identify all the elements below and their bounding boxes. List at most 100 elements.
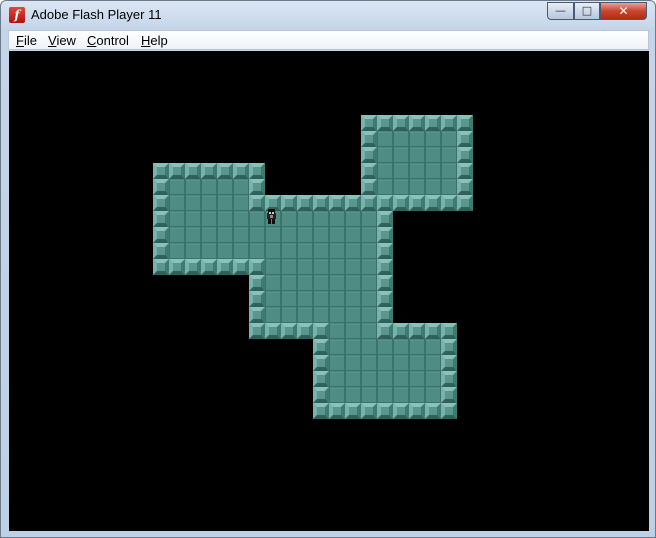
game-stage[interactable] <box>9 51 649 531</box>
menu-control[interactable]: Control <box>87 33 129 49</box>
floor-tile <box>169 243 185 259</box>
floor-tile <box>185 179 201 195</box>
wall-tile <box>377 307 393 323</box>
floor-tile <box>361 211 377 227</box>
wall-tile <box>377 403 393 419</box>
floor-tile <box>297 227 313 243</box>
wall-tile <box>249 259 265 275</box>
wall-tile <box>153 259 169 275</box>
floor-tile <box>377 163 393 179</box>
floor-tile <box>393 179 409 195</box>
wall-tile <box>393 323 409 339</box>
floor-tile <box>313 291 329 307</box>
wall-tile <box>313 195 329 211</box>
wall-tile <box>249 323 265 339</box>
floor-tile <box>345 291 361 307</box>
wall-tile <box>313 371 329 387</box>
floor-tile <box>329 259 345 275</box>
maximize-button[interactable]: □ <box>574 2 600 20</box>
title-bar[interactable]: f Adobe Flash Player 11 — □ ✕ <box>1 1 655 29</box>
close-button[interactable]: ✕ <box>600 2 647 20</box>
floor-tile <box>345 227 361 243</box>
wall-tile <box>153 195 169 211</box>
wall-tile <box>265 195 281 211</box>
wall-tile <box>377 211 393 227</box>
floor-tile <box>169 211 185 227</box>
wall-tile <box>313 323 329 339</box>
floor-tile <box>297 307 313 323</box>
floor-tile <box>281 291 297 307</box>
floor-tile <box>345 387 361 403</box>
floor-tile <box>377 179 393 195</box>
floor-tile <box>425 179 441 195</box>
floor-tile <box>329 387 345 403</box>
floor-tile <box>393 163 409 179</box>
floor-tile <box>217 179 233 195</box>
wall-tile <box>393 115 409 131</box>
dungeon-map <box>153 115 473 419</box>
floor-tile <box>249 243 265 259</box>
floor-tile <box>393 147 409 163</box>
floor-tile <box>345 371 361 387</box>
wall-tile <box>249 163 265 179</box>
wall-tile <box>393 195 409 211</box>
floor-tile <box>345 275 361 291</box>
floor-tile <box>377 371 393 387</box>
wall-tile <box>441 195 457 211</box>
minimize-button[interactable]: — <box>547 2 574 20</box>
floor-tile <box>233 179 249 195</box>
wall-tile <box>377 275 393 291</box>
floor-tile <box>425 163 441 179</box>
floor-tile <box>265 307 281 323</box>
floor-tile <box>169 227 185 243</box>
menu-file[interactable]: File <box>16 33 37 49</box>
wall-tile <box>329 195 345 211</box>
floor-tile <box>409 355 425 371</box>
floor-tile <box>297 259 313 275</box>
floor-tile <box>313 275 329 291</box>
floor-tile <box>185 227 201 243</box>
floor-tile <box>361 259 377 275</box>
floor-tile <box>425 131 441 147</box>
floor-tile <box>185 243 201 259</box>
floor-tile <box>249 211 265 227</box>
wall-tile <box>313 355 329 371</box>
floor-tile <box>329 371 345 387</box>
floor-tile <box>345 339 361 355</box>
floor-tile <box>313 259 329 275</box>
close-icon: ✕ <box>618 4 629 18</box>
wall-tile <box>169 259 185 275</box>
wall-tile <box>377 291 393 307</box>
floor-tile <box>281 211 297 227</box>
floor-tile <box>361 275 377 291</box>
floor-tile <box>441 163 457 179</box>
floor-tile <box>281 227 297 243</box>
wall-tile <box>233 163 249 179</box>
wall-tile <box>361 115 377 131</box>
wall-tile <box>281 323 297 339</box>
wall-tile <box>249 179 265 195</box>
menu-view[interactable]: View <box>48 33 76 49</box>
floor-tile <box>361 291 377 307</box>
floor-tile <box>377 339 393 355</box>
floor-tile <box>441 131 457 147</box>
floor-tile <box>265 227 281 243</box>
wall-tile <box>393 403 409 419</box>
floor-tile <box>377 355 393 371</box>
wall-tile <box>313 387 329 403</box>
floor-tile <box>345 259 361 275</box>
floor-tile <box>329 291 345 307</box>
floor-tile <box>409 179 425 195</box>
wall-tile <box>377 323 393 339</box>
wall-tile <box>281 195 297 211</box>
wall-tile <box>153 179 169 195</box>
menu-help[interactable]: Help <box>141 33 168 49</box>
wall-tile <box>361 163 377 179</box>
wall-tile <box>457 179 473 195</box>
wall-tile <box>313 339 329 355</box>
wall-tile <box>409 115 425 131</box>
floor-tile <box>169 179 185 195</box>
floor-tile <box>329 323 345 339</box>
floor-tile <box>249 227 265 243</box>
floor-tile <box>361 323 377 339</box>
